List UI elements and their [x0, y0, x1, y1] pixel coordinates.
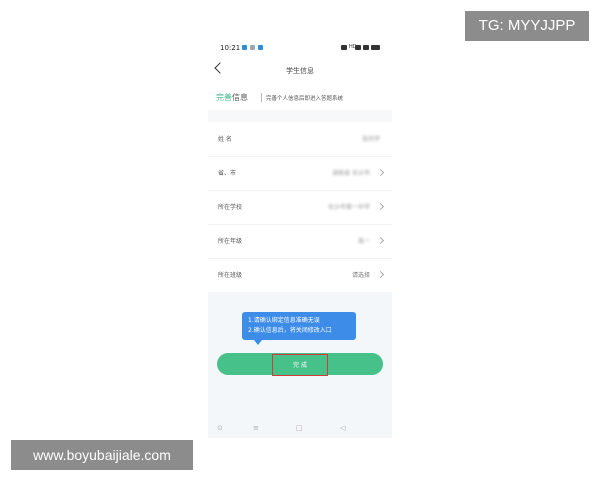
section-divider — [208, 110, 392, 122]
chevron-right-icon — [376, 270, 385, 279]
nav-bar: 学生信息 — [208, 60, 392, 82]
menu-icon[interactable]: ≡ — [253, 424, 259, 432]
info-banner: 完善信息 完善个人信息后即进入答题系统 — [208, 86, 392, 108]
row-label: 所在班级 — [218, 272, 243, 279]
row-label: 所在年级 — [218, 238, 243, 245]
battery-icon — [371, 45, 380, 50]
system-nav-bar: ⊙ ≡ □ ◁ — [208, 418, 392, 438]
home-icon[interactable]: □ — [296, 424, 303, 432]
assistant-icon[interactable]: ⊙ — [217, 424, 223, 432]
banner-text: 完善个人信息后即进入答题系统 — [266, 96, 344, 102]
row-label: 姓 名 — [218, 136, 232, 143]
banner-title-accent: 完善 — [216, 93, 232, 102]
banner-title-rest: 信息 — [232, 93, 248, 102]
action-area: 1.请确认绑定信息准确无误 2.确认信息后，将关闭修改入口 完 成 — [208, 292, 392, 438]
form-row-school[interactable]: 所在学校 长沙市第一中学 — [208, 190, 392, 225]
app-notification-icon — [258, 45, 263, 50]
row-value: 张同学 — [361, 136, 380, 143]
tooltip-line: 2.确认信息后，将关闭修改入口 — [248, 326, 332, 334]
system-status-icons: HD — [341, 45, 380, 50]
watermark-top: TG: MYYJJPP — [465, 11, 589, 41]
row-value: 高一 — [357, 238, 370, 245]
page-title: 学生信息 — [286, 67, 314, 75]
chevron-right-icon — [376, 168, 385, 177]
row-value: 长沙市第一中学 — [327, 204, 370, 211]
chevron-right-icon — [376, 236, 385, 245]
phone-screen: 10:21 HD 学生信息 完善信息 完善个人信息后即进入答题系统 姓 名 张同… — [208, 38, 392, 438]
row-value: 湖南省 长沙市 — [332, 170, 370, 177]
form-row-class[interactable]: 所在班级 请选择 — [208, 258, 392, 293]
form-row-grade[interactable]: 所在年级 高一 — [208, 224, 392, 259]
notification-icons — [242, 45, 263, 50]
app-notification-icon — [242, 45, 247, 50]
signal-icon — [355, 45, 361, 50]
row-label: 省、市 — [218, 170, 237, 177]
row-value: 请选择 — [351, 272, 370, 279]
confirm-tooltip: 1.请确认绑定信息准确无误 2.确认信息后，将关闭修改入口 — [242, 312, 356, 345]
row-label: 所在学校 — [218, 204, 243, 211]
highlight-box — [272, 354, 328, 376]
form-row-name: 姓 名 张同学 — [208, 122, 392, 157]
banner-title: 完善信息 — [216, 92, 248, 103]
signal-icon — [341, 45, 347, 50]
status-time: 10:21 — [220, 44, 241, 52]
form-row-city[interactable]: 省、市 湖南省 长沙市 — [208, 156, 392, 191]
hd-indicator: HD — [349, 44, 357, 50]
chevron-right-icon — [376, 202, 385, 211]
banner-divider — [261, 93, 262, 102]
watermark-bottom: www.boyubaijiale.com — [11, 440, 193, 470]
tooltip-line: 1.请确认绑定信息准确无误 — [248, 317, 320, 324]
back-icon[interactable]: ◁ — [340, 424, 345, 432]
wifi-icon — [363, 45, 369, 50]
status-bar: 10:21 HD — [208, 38, 392, 60]
app-notification-icon — [250, 45, 255, 50]
